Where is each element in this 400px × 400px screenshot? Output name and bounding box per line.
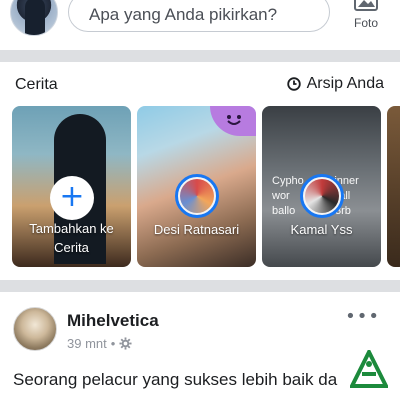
story-avatar (300, 174, 344, 218)
section-divider (0, 50, 400, 62)
story-avatar (175, 174, 219, 218)
photo-label: Foto (353, 16, 378, 30)
post-time[interactable]: 39 mnt (67, 336, 107, 351)
gear-icon[interactable] (119, 337, 132, 350)
stories-header: Cerita Arsip Anda (0, 64, 400, 104)
story-card-kamal[interactable]: Cypho inner wor erall ballo 93rb Kamal Y… (262, 106, 381, 267)
status-input[interactable]: Apa yang Anda pikirkan? (68, 0, 330, 32)
user-avatar[interactable] (10, 0, 58, 36)
section-divider (0, 280, 400, 292)
feed-post: Mihelvetica 39 mnt • ••• Seorang pelacur… (0, 294, 400, 400)
archive-label: Arsip Anda (306, 75, 384, 92)
post-author-avatar[interactable] (13, 307, 57, 351)
add-icon[interactable]: + (50, 176, 94, 220)
status-composer: Apa yang Anda pikirkan? Foto (0, 0, 400, 50)
story-card-partial[interactable] (387, 106, 400, 267)
post-text: Seorang pelacur yang sukses lebih baik d… (13, 370, 338, 389)
smile-icon (227, 115, 241, 125)
post-meta: 39 mnt • (67, 336, 132, 351)
story-author: Desi Ratnasari (153, 222, 240, 237)
photo-button[interactable]: Foto (344, 0, 388, 40)
clock-icon (286, 77, 301, 91)
story-card-desi[interactable]: Desi Ratnasari (137, 106, 256, 267)
more-options-icon[interactable]: ••• (345, 306, 380, 327)
add-story-card[interactable]: + Tambahkan ke Cerita (12, 106, 131, 267)
archive-link[interactable]: Arsip Anda (286, 75, 384, 93)
stories-title: Cerita (15, 76, 58, 93)
watermark-logo (350, 350, 388, 388)
photo-icon (354, 0, 378, 11)
post-author-name[interactable]: Mihelvetica (67, 311, 159, 331)
emoji-sticker (210, 106, 256, 136)
story-author: Kamal Yss (290, 222, 353, 237)
add-story-label: Tambahkan ke Cerita (29, 221, 114, 255)
meta-separator: • (110, 336, 116, 351)
